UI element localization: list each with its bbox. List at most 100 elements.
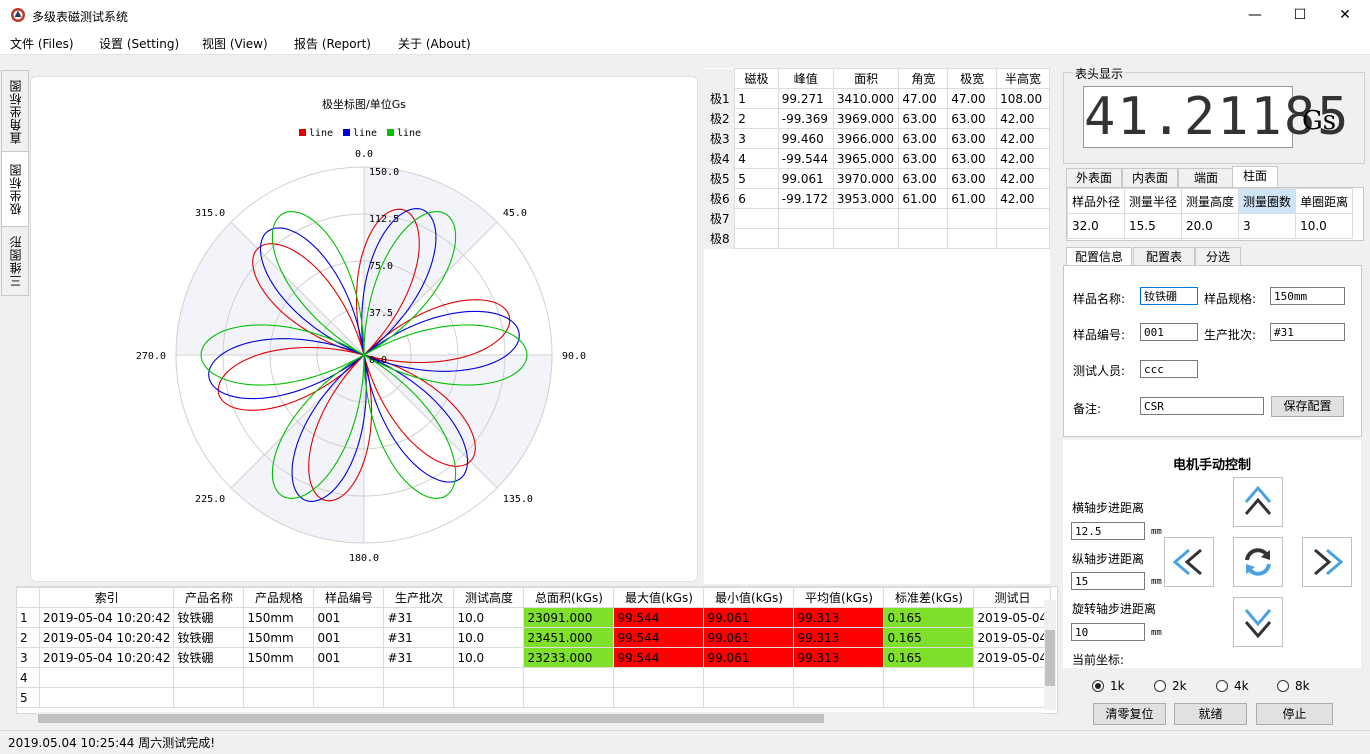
rate-2k-radio[interactable] (1154, 680, 1166, 692)
table-cell[interactable]: 150mm (243, 627, 315, 648)
table-cell[interactable]: 99.061 (703, 647, 795, 668)
table-row[interactable]: 极6 6 -99.172 3953.000 61.00 61.00 42.00 (704, 188, 1050, 209)
table-cell[interactable] (734, 208, 779, 229)
x-step-input[interactable]: 12.5 (1071, 522, 1145, 540)
table-row[interactable]: 2 2019-05-04 10:20:42 钕铁硼 150mm 001 #31 10.0 23… (17, 627, 1052, 648)
note-input[interactable]: CSR (1140, 397, 1264, 415)
table-cell[interactable] (313, 687, 385, 708)
table-cell[interactable] (734, 228, 779, 249)
table-cell[interactable]: 钕铁硼 (173, 647, 245, 668)
table-cell[interactable]: 63.00 (898, 168, 949, 189)
sample-spec-input[interactable]: 150mm (1270, 287, 1345, 305)
table-cell[interactable] (523, 667, 615, 688)
table-cell[interactable] (947, 208, 998, 229)
table-cell[interactable]: 3969.000 (832, 108, 900, 129)
table-cell[interactable] (996, 208, 1050, 229)
table-cell[interactable]: -99.172 (777, 188, 834, 209)
table-cell[interactable]: 3953.000 (832, 188, 900, 209)
table-cell[interactable]: 99.061 (777, 168, 834, 189)
tab-sorting[interactable]: 分选 (1195, 247, 1241, 267)
sample-name-input[interactable]: 钕铁硼 (1140, 287, 1198, 305)
table-cell[interactable]: 63.00 (947, 108, 998, 129)
table-cell[interactable]: 99.313 (793, 607, 885, 628)
table-cell[interactable]: 0.165 (883, 627, 975, 648)
results-column-header[interactable]: 最大值(kGs) (613, 587, 705, 608)
table-cell[interactable] (523, 687, 615, 708)
tester-input[interactable]: ccc (1140, 360, 1198, 378)
table-row[interactable]: 极7 (704, 208, 1050, 229)
tab-end-face[interactable]: 端面 (1178, 168, 1234, 188)
table-row[interactable]: 极8 (704, 228, 1050, 249)
results-column-header[interactable]: 测试高度 (453, 587, 525, 608)
tab-config-info[interactable]: 配置信息 (1066, 247, 1132, 267)
table-cell[interactable] (793, 687, 885, 708)
table-cell[interactable]: 10.0 (453, 607, 525, 628)
results-column-header[interactable]: 总面积(kGs) (523, 587, 615, 608)
table-cell[interactable]: 42.00 (996, 168, 1050, 189)
table-cell[interactable]: 42.00 (996, 128, 1050, 149)
table-cell[interactable]: 2019-05-04 10:20:42 (38, 627, 175, 648)
table-cell[interactable] (883, 687, 975, 708)
table-cell[interactable]: 2019-05-04 10:20:42 (38, 607, 175, 628)
table-cell[interactable]: #31 (383, 627, 455, 648)
results-column-header[interactable]: 平均值(kGs) (793, 587, 885, 608)
menu-report[interactable]: 报告 (Report) (294, 35, 371, 52)
table-cell[interactable]: 61.00 (898, 188, 949, 209)
table-row[interactable]: 极2 2 -99.369 3969.000 63.00 63.00 42.00 (704, 108, 1050, 129)
table-cell[interactable] (613, 667, 705, 688)
rotate-step-input[interactable]: 10 (1071, 623, 1145, 641)
move-right-button[interactable] (1302, 537, 1352, 587)
save-config-button[interactable]: 保存配置 (1271, 396, 1344, 417)
table-cell[interactable]: 99.061 (703, 627, 795, 648)
menu-view[interactable]: 视图 (View) (202, 35, 268, 52)
table-cell[interactable] (832, 228, 900, 249)
surface-param-header[interactable]: 样品外径 (1066, 188, 1126, 214)
tab-config-table[interactable]: 配置表 (1133, 247, 1195, 267)
table-cell[interactable]: 63.00 (947, 148, 998, 169)
table-cell[interactable]: 0.165 (883, 647, 975, 668)
table-cell[interactable]: 99.313 (793, 627, 885, 648)
menu-files[interactable]: 文件 (Files) (10, 35, 74, 52)
surface-param-header[interactable]: 测量高度 (1181, 188, 1240, 214)
table-cell[interactable] (703, 667, 795, 688)
table-cell[interactable]: 4 (734, 148, 779, 169)
table-row[interactable]: 极5 5 99.061 3970.000 63.00 63.00 42.00 (704, 168, 1050, 189)
results-column-header[interactable]: 索引 (38, 587, 175, 608)
results-column-header[interactable]: 产品名称 (173, 587, 245, 608)
table-cell[interactable]: 3966.000 (832, 128, 900, 149)
table-cell[interactable]: 47.00 (898, 88, 949, 109)
table-cell[interactable] (832, 208, 900, 229)
results-column-header[interactable]: 产品规格 (243, 587, 315, 608)
table-cell[interactable]: 10.0 (453, 627, 525, 648)
results-horizontal-scroll-thumb[interactable] (38, 714, 824, 723)
sample-no-input[interactable]: 001 (1140, 323, 1198, 341)
tab-cartesian-chart[interactable]: 直角坐标图 (1, 70, 29, 152)
table-cell[interactable]: 63.00 (898, 108, 949, 129)
table-cell[interactable]: 42.00 (996, 108, 1050, 129)
table-cell[interactable]: #31 (383, 647, 455, 668)
table-cell[interactable] (973, 667, 1052, 688)
table-cell[interactable]: 99.544 (613, 627, 705, 648)
rate-8k-radio[interactable] (1277, 680, 1289, 692)
table-cell[interactable]: 23091.000 (523, 607, 615, 628)
table-cell[interactable]: 2019-05-04 10:20:42 (38, 647, 175, 668)
table-cell[interactable]: 6 (734, 188, 779, 209)
table-row[interactable]: 极4 4 -99.544 3965.000 63.00 63.00 42.00 (704, 148, 1050, 169)
table-cell[interactable]: 2019-05-04 (973, 627, 1052, 648)
table-cell[interactable]: 2 (734, 108, 779, 129)
table-cell[interactable] (973, 687, 1052, 708)
table-cell[interactable]: 23233.000 (523, 647, 615, 668)
tab-polar-chart[interactable]: 极坐标图 (1, 151, 29, 227)
table-cell[interactable] (243, 667, 315, 688)
tab-outer-surface[interactable]: 外表面 (1066, 168, 1122, 188)
rate-1k-radio[interactable] (1092, 680, 1104, 692)
move-up-button[interactable] (1233, 477, 1283, 527)
table-row[interactable]: 3 2019-05-04 10:20:42 钕铁硼 150mm 001 #31 10.0 23… (17, 647, 1052, 668)
table-cell[interactable]: 99.544 (613, 607, 705, 628)
batch-input[interactable]: #31 (1270, 323, 1345, 341)
table-cell[interactable]: 3 (734, 128, 779, 149)
table-cell[interactable]: 001 (313, 647, 385, 668)
table-cell[interactable] (898, 228, 949, 249)
surface-param-value[interactable]: 32.0 (1066, 213, 1126, 239)
table-cell[interactable]: -99.544 (777, 148, 834, 169)
